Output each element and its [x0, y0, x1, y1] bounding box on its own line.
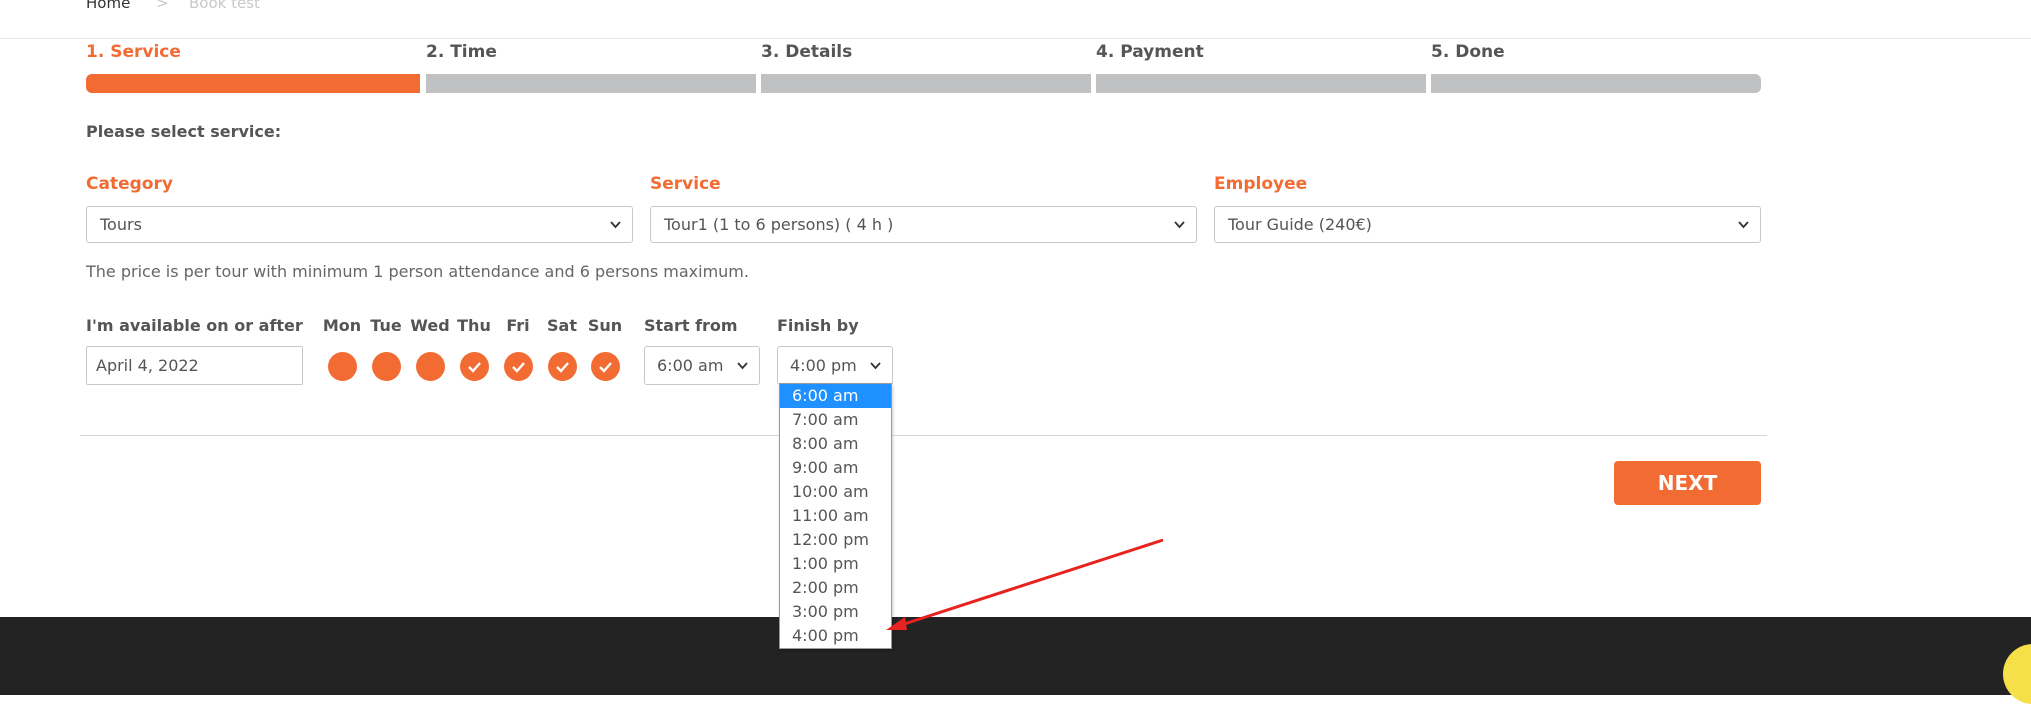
finish-option[interactable]: 2:00 pm: [780, 576, 891, 600]
employee-select-value: Tour Guide (240€): [1228, 215, 1372, 234]
start-from-label: Start from: [644, 316, 738, 335]
step-service-bar: [86, 74, 420, 93]
check-icon: [512, 362, 525, 373]
breadcrumb-current: Book test: [189, 0, 260, 12]
finish-option[interactable]: 11:00 am: [780, 504, 891, 528]
step-payment-bar: [1096, 74, 1426, 93]
finish-option[interactable]: 1:00 pm: [780, 552, 891, 576]
chevron-down-icon: [736, 347, 749, 399]
finish-option[interactable]: 3:00 pm: [780, 600, 891, 624]
day-checkbox-fri[interactable]: [504, 352, 533, 381]
step-done-label: 5. Done: [1431, 42, 1505, 62]
service-label: Service: [650, 174, 721, 194]
step-time-bar: [426, 74, 756, 93]
step-service-label: 1. Service: [86, 42, 181, 62]
finish-option[interactable]: 4:00 pm: [780, 624, 891, 648]
finish-option[interactable]: 8:00 am: [780, 432, 891, 456]
day-checkbox-wed[interactable]: [416, 352, 445, 381]
category-select-value: Tours: [100, 215, 142, 234]
section-title: Please select service:: [86, 122, 282, 141]
chevron-down-icon: [1173, 207, 1186, 256]
day-label-fri: Fri: [506, 316, 530, 335]
start-from-select[interactable]: 6:00 am: [644, 346, 760, 385]
day-checkbox-tue[interactable]: [372, 352, 401, 381]
service-price-note: The price is per tour with minimum 1 per…: [86, 262, 749, 281]
finish-option[interactable]: 6:00 am: [780, 384, 891, 408]
category-label: Category: [86, 174, 173, 194]
breadcrumb-bar: Home > Book test: [0, 0, 2031, 39]
finish-option[interactable]: 12:00 pm: [780, 528, 891, 552]
category-select[interactable]: Tours: [86, 206, 633, 243]
start-from-value: 6:00 am: [657, 356, 724, 375]
step-details-label: 3. Details: [761, 42, 853, 62]
day-checkbox-sat[interactable]: [548, 352, 577, 381]
finish-by-select[interactable]: 4:00 pm: [777, 346, 893, 385]
day-label-thu: Thu: [457, 316, 491, 335]
breadcrumb-home-link[interactable]: Home: [86, 0, 130, 12]
day-label-mon: Mon: [322, 316, 362, 335]
check-icon: [556, 362, 569, 373]
step-details-bar: [761, 74, 1091, 93]
annotation-arrow: [886, 538, 1164, 630]
employee-label: Employee: [1214, 174, 1308, 194]
date-input[interactable]: April 4, 2022: [86, 346, 303, 385]
day-label-tue: Tue: [370, 316, 402, 335]
service-select[interactable]: Tour1 (1 to 6 persons) ( 4 h ): [650, 206, 1197, 243]
footer: [0, 617, 2031, 695]
finish-by-dropdown-list[interactable]: 6:00 am 7:00 am 8:00 am 9:00 am 10:00 am…: [779, 383, 892, 649]
step-done-bar: [1431, 74, 1761, 93]
breadcrumb-separator: >: [156, 0, 169, 12]
service-select-value: Tour1 (1 to 6 persons) ( 4 h ): [664, 215, 894, 234]
day-label-sun: Sun: [587, 316, 623, 335]
finish-option[interactable]: 10:00 am: [780, 480, 891, 504]
chevron-down-icon: [1737, 207, 1750, 256]
check-icon: [599, 362, 612, 373]
finish-by-value: 4:00 pm: [790, 356, 857, 375]
check-icon: [468, 362, 481, 373]
day-checkbox-sun[interactable]: [591, 352, 620, 381]
step-time-label: 2. Time: [426, 42, 497, 62]
finish-option[interactable]: 9:00 am: [780, 456, 891, 480]
availability-label: I'm available on or after: [86, 316, 303, 335]
day-label-wed: Wed: [410, 316, 450, 335]
next-button[interactable]: NEXT: [1614, 461, 1761, 505]
chevron-down-icon: [609, 207, 622, 256]
employee-select[interactable]: Tour Guide (240€): [1214, 206, 1761, 243]
finish-by-label: Finish by: [777, 316, 859, 335]
day-label-sat: Sat: [547, 316, 577, 335]
day-checkbox-mon[interactable]: [328, 352, 357, 381]
step-payment-label: 4. Payment: [1096, 42, 1204, 62]
divider: [80, 435, 1767, 436]
finish-option[interactable]: 7:00 am: [780, 408, 891, 432]
day-checkbox-thu[interactable]: [460, 352, 489, 381]
